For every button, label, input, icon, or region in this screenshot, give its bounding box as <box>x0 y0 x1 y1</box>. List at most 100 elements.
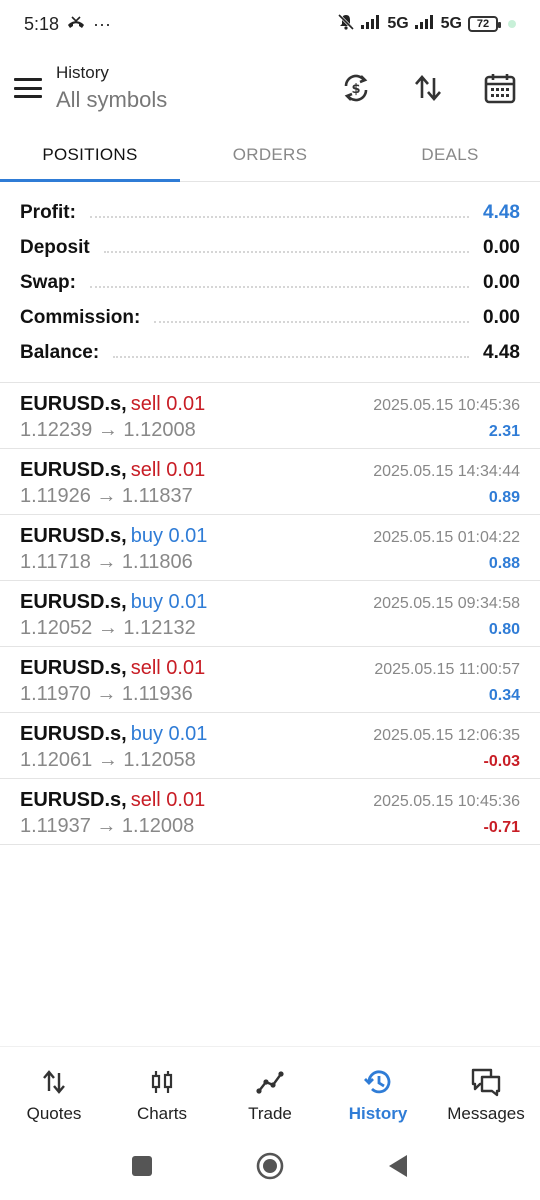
history-icon <box>362 1066 394 1098</box>
page-title: History <box>56 63 109 82</box>
charts-icon <box>146 1066 178 1098</box>
status-bar: 5:18 ··· 5G 5G 72 <box>0 0 540 48</box>
privacy-indicator-icon <box>508 20 516 28</box>
list-item[interactable]: EURUSD.s, buy 0.01 2025.05.15 12:06:35 1… <box>0 713 540 779</box>
deal-time: 2025.05.15 10:45:36 <box>373 793 520 810</box>
list-item[interactable]: EURUSD.s, sell 0.01 2025.05.15 10:45:36 … <box>0 383 540 449</box>
nav-label: Quotes <box>26 1103 82 1123</box>
tab-bar: POSITIONS ORDERS DEALS <box>0 128 540 182</box>
title-block[interactable]: History All symbols <box>56 63 167 113</box>
recent-apps-icon[interactable] <box>128 1152 156 1180</box>
deal-profit: 0.80 <box>488 621 520 638</box>
deal-symbol: EURUSD.s, <box>20 789 127 811</box>
quotes-icon <box>38 1066 70 1098</box>
commission-label: Commission: <box>20 306 141 328</box>
signal-icon <box>361 14 381 34</box>
network-type-2: 5G <box>440 15 462 32</box>
summary-row-profit: Profit: 4.48 <box>0 195 540 230</box>
dotted-leader <box>113 355 470 358</box>
list-item[interactable]: EURUSD.s, buy 0.01 2025.05.15 01:04:22 1… <box>0 515 540 581</box>
bottom-navigation: Quotes Charts Trade History Messages <box>0 1046 540 1142</box>
deal-side: sell 0.01 <box>130 459 206 481</box>
dotted-leader <box>89 215 470 218</box>
summary-row-commission: Commission: 0.00 <box>0 300 540 335</box>
deal-time: 2025.05.15 10:45:36 <box>373 397 520 414</box>
nav-messages[interactable]: Messages <box>432 1047 540 1142</box>
symbol-filter[interactable]: All symbols <box>56 87 167 113</box>
dotted-leader <box>103 250 470 253</box>
nav-charts[interactable]: Charts <box>108 1047 216 1142</box>
menu-icon[interactable] <box>14 78 42 98</box>
trade-icon <box>254 1066 286 1098</box>
profit-label: Profit: <box>20 201 76 223</box>
more-notifications-icon: ··· <box>93 13 112 34</box>
summary-row-swap: Swap: 0.00 <box>0 265 540 300</box>
back-icon[interactable] <box>384 1152 412 1180</box>
deal-time: 2025.05.15 14:34:44 <box>373 463 520 480</box>
mute-icon <box>337 13 355 36</box>
tab-positions[interactable]: POSITIONS <box>0 128 180 182</box>
summary-panel: Profit: 4.48 Deposit 0.00 Swap: 0.00 Com… <box>0 195 540 370</box>
list-item[interactable]: EURUSD.s, sell 0.01 2025.05.15 10:45:36 … <box>0 779 540 845</box>
deal-symbol: EURUSD.s, <box>20 393 127 415</box>
deal-time: 2025.05.15 12:06:35 <box>373 727 520 744</box>
list-item[interactable]: EURUSD.s, buy 0.01 2025.05.15 09:34:58 1… <box>0 581 540 647</box>
deal-prices: 1.11718 → 1.11806 <box>20 551 193 573</box>
list-item[interactable]: EURUSD.s, sell 0.01 2025.05.15 14:34:44 … <box>0 449 540 515</box>
dotted-leader <box>154 320 470 323</box>
deal-symbol: EURUSD.s, <box>20 459 127 481</box>
deal-profit: -0.03 <box>483 753 520 770</box>
deal-side: buy 0.01 <box>130 723 208 745</box>
dotted-leader <box>89 285 470 288</box>
deal-symbol: EURUSD.s, <box>20 525 127 547</box>
deal-profit: 2.31 <box>488 423 520 440</box>
nav-label: History <box>348 1103 408 1123</box>
balance-value: 4.48 <box>483 341 520 363</box>
deal-side: sell 0.01 <box>130 789 206 811</box>
deal-symbol: EURUSD.s, <box>20 723 127 745</box>
deal-prices: 1.12052 → 1.12132 <box>20 617 196 639</box>
deal-profit: 0.89 <box>488 489 520 506</box>
deal-prices: 1.11937 → 1.12008 <box>20 815 195 837</box>
nav-label: Messages <box>447 1103 525 1123</box>
profit-value: 4.48 <box>483 201 520 223</box>
system-navigation <box>0 1142 540 1190</box>
tab-orders[interactable]: ORDERS <box>180 128 360 181</box>
deal-profit: 0.34 <box>488 687 520 704</box>
nav-trade[interactable]: Trade <box>216 1047 324 1142</box>
signal-icon-2 <box>414 14 435 34</box>
swap-value: 0.00 <box>483 271 520 293</box>
summary-row-balance: Balance: 4.48 <box>0 335 540 370</box>
commission-value: 0.00 <box>483 306 520 328</box>
deal-side: sell 0.01 <box>130 657 206 679</box>
nav-quotes[interactable]: Quotes <box>0 1047 108 1142</box>
deal-prices: 1.11970 → 1.11936 <box>20 683 193 705</box>
app-header: History All symbols $ <box>0 48 540 128</box>
deal-side: sell 0.01 <box>130 393 206 415</box>
deal-symbol: EURUSD.s, <box>20 591 127 613</box>
deal-symbol: EURUSD.s, <box>20 657 127 679</box>
balance-label: Balance: <box>20 341 100 363</box>
swap-label: Swap: <box>20 271 76 293</box>
currency-exchange-icon[interactable]: $ <box>338 70 374 106</box>
nav-label: Charts <box>136 1103 188 1123</box>
nav-history[interactable]: History <box>324 1047 432 1142</box>
svg-text:$: $ <box>351 82 360 97</box>
battery-level: 72 <box>476 18 490 30</box>
deals-list: EURUSD.s, sell 0.01 2025.05.15 10:45:36 … <box>0 383 540 845</box>
missed-call-icon <box>67 14 85 35</box>
deal-time: 2025.05.15 01:04:22 <box>373 529 520 546</box>
deal-time: 2025.05.15 09:34:58 <box>373 595 520 612</box>
sort-icon[interactable] <box>410 70 446 106</box>
deal-side: buy 0.01 <box>130 525 208 547</box>
status-time: 5:18 <box>24 13 60 34</box>
deal-profit: 0.88 <box>488 555 520 572</box>
deposit-label: Deposit <box>20 236 90 258</box>
deal-prices: 1.12061 → 1.12058 <box>20 749 196 771</box>
calendar-icon[interactable] <box>482 70 518 106</box>
list-item[interactable]: EURUSD.s, sell 0.01 2025.05.15 11:00:57 … <box>0 647 540 713</box>
home-icon[interactable] <box>256 1152 284 1180</box>
deposit-value: 0.00 <box>483 236 520 258</box>
tab-deals[interactable]: DEALS <box>360 128 540 181</box>
battery-icon: 72 <box>468 16 501 32</box>
